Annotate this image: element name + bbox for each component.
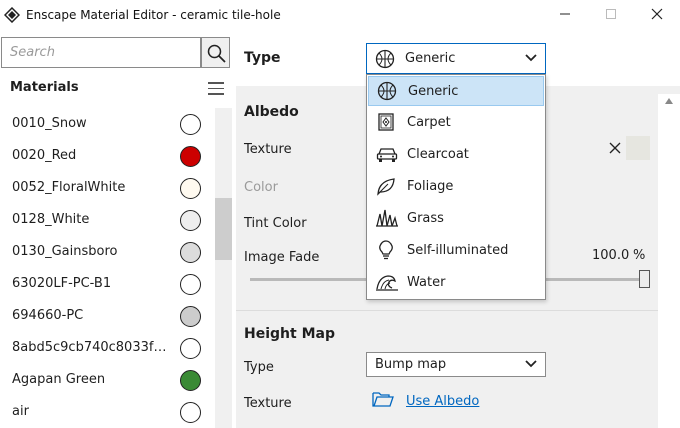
material-name: 694660-PC	[12, 308, 84, 323]
color-swatch	[180, 178, 201, 199]
list-item[interactable]: Agapan Green	[0, 364, 215, 396]
type-option-carpet[interactable]: Carpet	[367, 107, 545, 139]
albedo-section-title: Albedo	[244, 104, 299, 120]
color-swatch	[180, 210, 201, 231]
maximize-button[interactable]	[588, 0, 634, 30]
material-name: air	[12, 404, 29, 419]
albedo-color-label: Color	[244, 180, 278, 195]
type-option-label: Carpet	[407, 115, 451, 130]
height-map-texture-label: Texture	[244, 396, 292, 411]
color-swatch	[180, 274, 201, 295]
chevron-down-icon	[525, 360, 537, 368]
material-name: 0020_Red	[12, 148, 77, 163]
minimize-icon	[560, 13, 570, 15]
type-option-label: Self-illuminated	[407, 243, 509, 258]
chevron-down-icon	[525, 54, 537, 62]
materials-header: Materials	[10, 80, 79, 95]
window-title: Enscape Material Editor - ceramic tile-h…	[26, 8, 281, 22]
color-swatch	[180, 114, 201, 135]
grass-icon	[376, 209, 398, 227]
material-name: 0052_FloralWhite	[12, 180, 126, 195]
type-option-label: Water	[407, 275, 446, 290]
title-bar: Enscape Material Editor - ceramic tile-h…	[0, 0, 680, 30]
color-swatch	[180, 402, 201, 423]
material-name: 0130_Gainsboro	[12, 244, 118, 259]
material-name: 0010_Snow	[12, 116, 87, 131]
type-select[interactable]: Generic	[366, 43, 546, 74]
generic-icon	[375, 49, 395, 69]
materials-panel: Materials 0010_Snow 0020_Red 0052_Floral…	[0, 36, 234, 428]
list-item[interactable]: 0052_FloralWhite	[0, 172, 215, 204]
tint-color-label: Tint Color	[244, 216, 307, 231]
list-item[interactable]: 8abd5c9cb740c8033fd…	[0, 332, 215, 364]
color-swatch	[180, 338, 201, 359]
list-item[interactable]: 694660-PC	[0, 300, 215, 332]
image-fade-unit: %	[633, 248, 646, 263]
type-option-generic[interactable]: Generic	[368, 76, 544, 106]
image-fade-label: Image Fade	[244, 250, 320, 265]
height-map-type-select[interactable]: Bump map	[366, 352, 546, 377]
height-map-section-title: Height Map	[244, 326, 335, 342]
list-item[interactable]: air	[0, 396, 215, 428]
carpet-icon	[378, 113, 394, 131]
folder-icon[interactable]	[372, 390, 394, 408]
scroll-up-arrow-icon[interactable]	[665, 98, 673, 104]
list-item[interactable]: 0130_Gainsboro	[0, 236, 215, 268]
type-option-label: Grass	[407, 211, 444, 226]
enscape-logo-icon	[4, 7, 20, 23]
color-swatch	[180, 146, 201, 167]
close-button[interactable]	[634, 0, 680, 30]
clear-texture-icon[interactable]	[608, 141, 622, 155]
type-option-clearcoat[interactable]: Clearcoat	[367, 139, 545, 171]
list-item[interactable]: 63020LF-PC-B1	[0, 268, 215, 300]
color-swatch	[180, 370, 201, 391]
generic-icon	[377, 81, 397, 101]
material-name: Agapan Green	[12, 372, 106, 387]
type-select-value: Generic	[405, 51, 456, 66]
material-name: 8abd5c9cb740c8033fd…	[12, 340, 174, 355]
height-map-type-value: Bump map	[375, 357, 447, 372]
type-dropdown-list: Generic Carpet Clearcoat Foliage Grass S…	[366, 74, 546, 300]
type-option-self-illuminated[interactable]: Self-illuminated	[367, 235, 545, 267]
water-wave-icon	[376, 275, 398, 291]
minimize-button[interactable]	[542, 0, 588, 30]
foliage-leaf-icon	[377, 178, 395, 196]
clearcoat-car-icon	[376, 148, 398, 162]
lightbulb-icon	[379, 240, 393, 260]
materials-list: 0010_Snow 0020_Red 0052_FloralWhite 0128…	[0, 108, 215, 428]
search-button[interactable]	[201, 37, 230, 68]
albedo-texture-label: Texture	[244, 142, 292, 157]
type-label: Type	[244, 50, 281, 66]
color-swatch	[180, 306, 201, 327]
list-item[interactable]: 0020_Red	[0, 140, 215, 172]
menu-icon[interactable]	[208, 82, 224, 96]
maximize-icon	[606, 9, 616, 19]
properties-scrollbar[interactable]	[658, 94, 680, 428]
albedo-texture-thumbnail[interactable]	[626, 136, 650, 160]
type-option-water[interactable]: Water	[367, 267, 545, 299]
type-option-grass[interactable]: Grass	[367, 203, 545, 235]
material-name: 63020LF-PC-B1	[12, 276, 112, 291]
materials-scrollbar[interactable]	[215, 108, 232, 428]
image-fade-slider-thumb[interactable]	[639, 270, 650, 288]
use-albedo-link[interactable]: Use Albedo	[406, 394, 479, 409]
list-item[interactable]: 0128_White	[0, 204, 215, 236]
list-item[interactable]: 0010_Snow	[0, 108, 215, 140]
type-option-label: Generic	[408, 84, 459, 99]
type-option-label: Foliage	[407, 179, 454, 194]
type-option-label: Clearcoat	[407, 147, 469, 162]
section-divider	[236, 310, 658, 311]
search-input[interactable]	[1, 37, 201, 68]
close-icon	[651, 8, 663, 20]
materials-scrollbar-thumb[interactable]	[215, 198, 232, 260]
type-option-foliage[interactable]: Foliage	[367, 171, 545, 203]
material-name: 0128_White	[12, 212, 90, 227]
color-swatch	[180, 242, 201, 263]
image-fade-value[interactable]: 100.0	[592, 248, 629, 263]
search-icon	[207, 44, 226, 63]
height-map-type-label: Type	[244, 360, 274, 375]
